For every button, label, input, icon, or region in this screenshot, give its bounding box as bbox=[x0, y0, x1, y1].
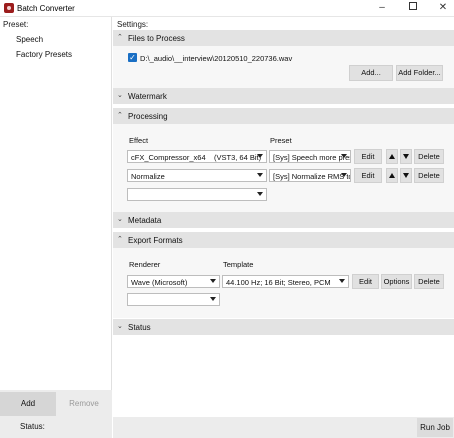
preset-column-header: Preset bbox=[270, 136, 292, 145]
section-watermark-header[interactable]: ⌄ Watermark bbox=[113, 88, 454, 104]
chevron-down-icon bbox=[257, 154, 263, 158]
preset-select-1[interactable]: [Sys] Speech more pres bbox=[269, 150, 351, 163]
chevron-down-icon bbox=[210, 279, 216, 283]
close-icon: ✕ bbox=[438, 2, 448, 13]
chevron-down-icon bbox=[210, 297, 216, 301]
chevron-down-icon bbox=[257, 173, 263, 177]
options-button[interactable]: Options bbox=[381, 274, 412, 289]
section-processing-body: Effect Preset cFX_Compressor_x64 (VST3, … bbox=[113, 124, 454, 212]
maximize-button[interactable] bbox=[398, 0, 428, 16]
move-up-button-1[interactable] bbox=[386, 149, 398, 164]
minimize-button[interactable]: – bbox=[367, 0, 397, 16]
preset-pane: Preset: Speech Factory Presets Add Remov… bbox=[0, 17, 112, 438]
chevron-up-icon: ⌃ bbox=[117, 112, 123, 119]
section-processing-title: Processing bbox=[128, 112, 168, 121]
close-button[interactable]: ✕ bbox=[428, 0, 454, 16]
title-bar: Batch Converter – ✕ bbox=[0, 0, 454, 17]
edit-template-button[interactable]: Edit bbox=[352, 274, 379, 289]
add-preset-button[interactable]: Add bbox=[0, 392, 56, 416]
arrow-down-icon bbox=[403, 173, 409, 178]
move-down-button-2[interactable] bbox=[400, 168, 412, 183]
chevron-down-icon bbox=[341, 154, 347, 158]
edit-effect-button-1[interactable]: Edit bbox=[354, 149, 382, 164]
preset-select-2[interactable]: [Sys] Normalize RMS to bbox=[269, 169, 351, 182]
effect-column-header: Effect bbox=[129, 136, 149, 145]
section-files-body: ✓ D:\_audio\__interview\20120510_220736.… bbox=[113, 46, 454, 88]
add-file-button[interactable]: Add... bbox=[349, 65, 393, 81]
preset-footer: Add Remove Status: bbox=[0, 390, 112, 438]
arrow-down-icon bbox=[403, 154, 409, 159]
chevron-down-icon: ⌄ bbox=[117, 216, 123, 223]
settings-pane: Settings: ⌃ Files to Process ✓ D:\_audio… bbox=[113, 17, 454, 438]
section-status-header[interactable]: ⌄ Status bbox=[113, 319, 454, 335]
chevron-down-icon: ⌄ bbox=[117, 92, 123, 99]
section-export-body: Renderer Template Wave (Microsoft) 44.10… bbox=[113, 248, 454, 318]
section-files-header[interactable]: ⌃ Files to Process bbox=[113, 30, 454, 46]
section-watermark-title: Watermark bbox=[128, 92, 167, 101]
preset-item-speech[interactable]: Speech bbox=[16, 35, 43, 44]
effect-select-new[interactable] bbox=[127, 188, 267, 201]
section-export-header[interactable]: ⌃ Export Formats bbox=[113, 232, 454, 248]
file-path: D:\_audio\__interview\20120510_220736.wa… bbox=[140, 54, 293, 63]
window-title: Batch Converter bbox=[17, 4, 75, 13]
chevron-up-icon: ⌃ bbox=[117, 236, 123, 243]
chevron-down-icon bbox=[257, 192, 263, 196]
settings-label: Settings: bbox=[117, 20, 149, 29]
effect-select-2[interactable]: Normalize bbox=[127, 169, 267, 182]
move-down-button-1[interactable] bbox=[400, 149, 412, 164]
chevron-down-icon bbox=[341, 173, 347, 177]
section-status-title: Status bbox=[128, 323, 151, 332]
minimize-icon: – bbox=[379, 2, 385, 13]
section-metadata-header[interactable]: ⌄ Metadata bbox=[113, 212, 454, 228]
add-folder-button[interactable]: Add Folder... bbox=[396, 65, 443, 81]
renderer-column-header: Renderer bbox=[129, 260, 161, 269]
chevron-down-icon bbox=[339, 279, 345, 283]
settings-footer: Run Job bbox=[113, 417, 454, 438]
preset-item-factory-presets[interactable]: Factory Presets bbox=[16, 50, 72, 59]
delete-effect-button-2[interactable]: Delete bbox=[414, 168, 444, 183]
renderer-select-new[interactable] bbox=[127, 293, 220, 306]
preset-header: Preset: bbox=[3, 20, 29, 29]
template-column-header: Template bbox=[223, 260, 254, 269]
edit-effect-button-2[interactable]: Edit bbox=[354, 168, 382, 183]
section-files-title: Files to Process bbox=[128, 34, 185, 43]
remove-preset-button[interactable]: Remove bbox=[56, 392, 112, 416]
section-processing-header[interactable]: ⌃ Processing bbox=[113, 108, 454, 124]
arrow-up-icon bbox=[389, 154, 395, 159]
chevron-up-icon: ⌃ bbox=[117, 34, 123, 41]
chevron-down-icon: ⌄ bbox=[117, 323, 123, 330]
run-job-button[interactable]: Run Job bbox=[417, 418, 453, 437]
template-select[interactable]: 44.100 Hz; 16 Bit; Stereo, PCM bbox=[222, 275, 349, 288]
delete-effect-button-1[interactable]: Delete bbox=[414, 149, 444, 164]
status-label: Status: bbox=[20, 422, 45, 431]
effect-select-1[interactable]: cFX_Compressor_x64 (VST3, 64 Bit) bbox=[127, 150, 267, 163]
file-checkbox[interactable]: ✓ bbox=[128, 53, 137, 62]
move-up-button-2[interactable] bbox=[386, 168, 398, 183]
section-metadata-title: Metadata bbox=[128, 216, 162, 225]
arrow-up-icon bbox=[389, 173, 395, 178]
delete-format-button[interactable]: Delete bbox=[414, 274, 444, 289]
maximize-icon bbox=[409, 2, 417, 11]
app-logo-icon bbox=[4, 3, 14, 13]
section-export-title: Export Formats bbox=[128, 236, 183, 245]
renderer-select[interactable]: Wave (Microsoft) bbox=[127, 275, 220, 288]
